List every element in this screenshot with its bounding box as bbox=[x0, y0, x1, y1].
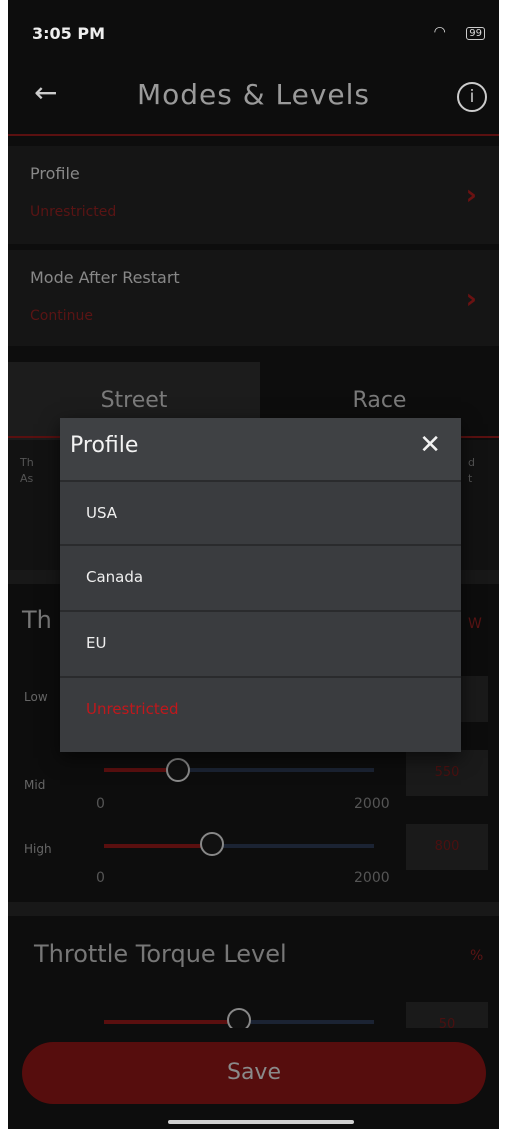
screen: 3:05 PM ◠ 99 ← Modes & Levels i Profile … bbox=[8, 0, 499, 1129]
dialog-title: Profile bbox=[70, 433, 139, 458]
section-divider bbox=[8, 902, 499, 916]
profile-option-usa[interactable]: USA bbox=[60, 480, 461, 544]
save-button[interactable]: Save bbox=[22, 1042, 486, 1104]
desc-text: t bbox=[468, 472, 473, 485]
power-unit: W bbox=[468, 616, 482, 632]
battery-icon: 99 bbox=[466, 27, 485, 40]
status-time: 3:05 PM bbox=[32, 24, 106, 43]
profile-option-canada[interactable]: Canada bbox=[60, 544, 461, 608]
level-label-mid: Mid bbox=[24, 778, 46, 792]
dialog-header: Profile ✕ bbox=[60, 418, 461, 480]
mid-value-box[interactable]: 550 bbox=[406, 750, 488, 796]
profile-setting-label: Profile bbox=[30, 164, 80, 183]
chevron-right-icon: › bbox=[465, 282, 477, 315]
profile-option-eu[interactable]: EU bbox=[60, 610, 461, 674]
mode-after-restart-row[interactable]: Mode After Restart Continue › bbox=[8, 250, 499, 346]
desc-text: Th bbox=[20, 456, 34, 469]
wifi-icon: ◠ bbox=[433, 24, 454, 40]
mid-max-label: 2000 bbox=[354, 796, 390, 812]
mode-after-restart-label: Mode After Restart bbox=[30, 268, 180, 287]
mode-after-restart-value: Continue bbox=[30, 308, 93, 324]
mid-slider-thumb[interactable] bbox=[166, 758, 190, 782]
chevron-right-icon: › bbox=[465, 178, 477, 211]
mid-min-label: 0 bbox=[96, 796, 105, 812]
profile-setting-row[interactable]: Profile Unrestricted › bbox=[8, 146, 499, 244]
profile-setting-value: Unrestricted bbox=[30, 204, 117, 220]
info-icon[interactable]: i bbox=[457, 82, 487, 112]
home-indicator bbox=[168, 1120, 354, 1124]
throttle-power-title: Th bbox=[22, 606, 52, 634]
page-title: Modes & Levels bbox=[136, 78, 370, 111]
high-slider-fill bbox=[104, 844, 212, 848]
profile-option-unrestricted[interactable]: Unrestricted bbox=[60, 676, 461, 740]
high-slider-thumb[interactable] bbox=[200, 832, 224, 856]
desc-text: d bbox=[468, 456, 475, 469]
desc-text: As bbox=[20, 472, 34, 485]
level-label-low: Low bbox=[24, 690, 48, 704]
status-bar: 3:05 PM ◠ 99 bbox=[8, 0, 499, 64]
throttle-torque-title: Throttle Torque Level bbox=[34, 940, 287, 968]
app-header: ← Modes & Levels i bbox=[8, 64, 499, 134]
torque-slider-fill bbox=[104, 1020, 239, 1024]
torque-unit: % bbox=[470, 948, 484, 964]
profile-dialog: Profile ✕ USA Canada EU Unrestricted bbox=[60, 418, 461, 752]
status-icons: ◠ 99 bbox=[434, 24, 485, 40]
level-label-high: High bbox=[24, 842, 52, 856]
close-icon[interactable]: ✕ bbox=[419, 430, 441, 460]
high-value-box[interactable]: 800 bbox=[406, 824, 488, 870]
high-min-label: 0 bbox=[96, 870, 105, 886]
header-divider bbox=[8, 134, 499, 136]
bottom-bar: Save bbox=[8, 1028, 499, 1129]
high-max-label: 2000 bbox=[354, 870, 390, 886]
